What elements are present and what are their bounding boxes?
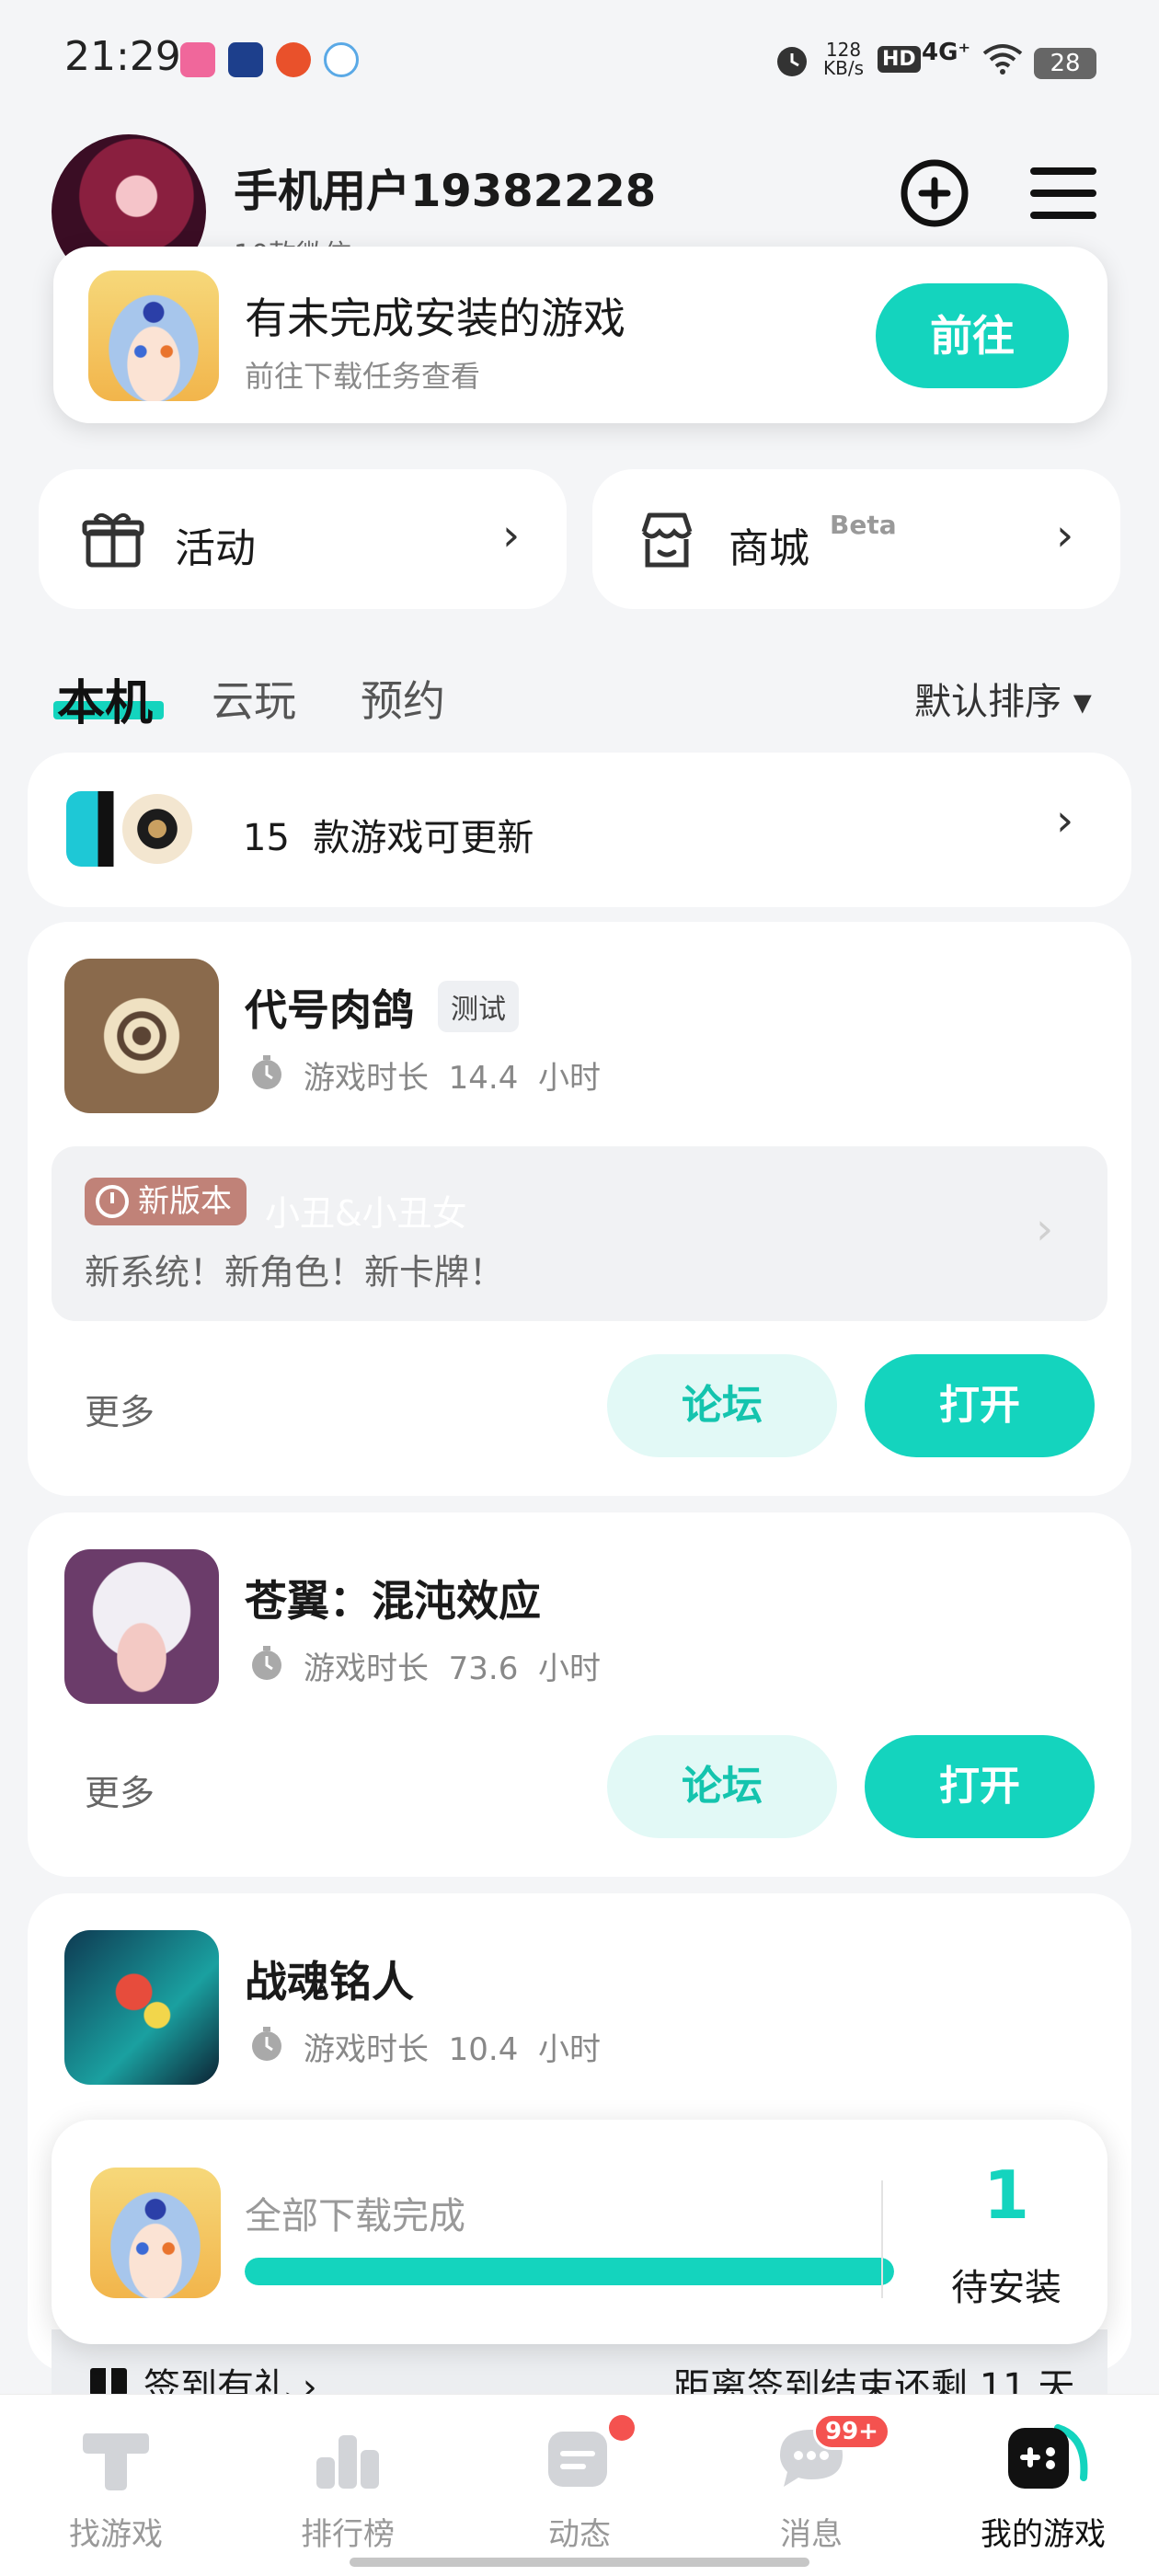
hd-indicator: HD xyxy=(878,46,921,73)
chevron-right-icon: › xyxy=(1056,795,1074,846)
battery-indicator: 28 xyxy=(1034,48,1096,79)
download-status-text: 全部下载完成 xyxy=(245,2195,465,2237)
go-button[interactable]: 前往 xyxy=(876,283,1069,388)
store-icon xyxy=(641,512,693,568)
nav-label: 消息 xyxy=(780,2516,843,2553)
news-banner[interactable]: 新版本 小丑&小丑女 新系统！新角色！新卡牌！ › xyxy=(52,1146,1107,1321)
new-version-tag: 新版本 xyxy=(85,1178,247,1225)
nav-messages[interactable]: 99+ 消息 xyxy=(695,2395,927,2576)
game-name: 苍翼：混沌效应 xyxy=(245,1576,541,1626)
username[interactable]: 手机用户19382228 xyxy=(234,155,656,219)
playtime: 游戏时长 10.4 小时 xyxy=(304,2031,601,2068)
nav-find-game[interactable]: 找游戏 xyxy=(0,2395,232,2576)
beta-badge: Beta xyxy=(830,510,897,540)
download-status-card[interactable]: 全部下载完成 1 待安装 xyxy=(52,2120,1107,2344)
home-indicator[interactable] xyxy=(350,2558,809,2567)
game-icon xyxy=(64,959,219,1113)
sort-dropdown[interactable]: 默认排序 ▾ xyxy=(914,672,1092,725)
tab-reserve[interactable]: 预约 xyxy=(361,668,445,729)
test-badge: 测试 xyxy=(438,981,519,1032)
game-icon xyxy=(90,2168,221,2298)
bottom-nav: 找游戏 排行榜 动态 99+ 消息 我的游戏 xyxy=(0,2394,1159,2576)
tab-cloud[interactable]: 云玩 xyxy=(212,668,296,729)
activities-card[interactable]: 活动 › xyxy=(39,469,567,609)
gift-icon xyxy=(82,512,144,568)
nav-label: 动态 xyxy=(548,2516,611,2553)
news-body: 新系统！新角色！新卡牌！ xyxy=(85,1252,505,1293)
game-name: 战魂铭人 xyxy=(245,1957,414,2007)
pending-install-title: 有未完成安装的游戏 xyxy=(245,293,625,343)
game-card[interactable]: 苍翼：混沌效应 游戏时长 73.6 小时 更多 论坛 打开 xyxy=(28,1512,1131,1877)
download-progress-bar xyxy=(245,2258,894,2285)
news-title: 小丑&小丑女 xyxy=(265,1193,467,1234)
pending-install-banner[interactable]: 有未完成安装的游戏 前往下载任务查看 前往 xyxy=(53,247,1107,423)
chevron-right-icon: › xyxy=(1036,1203,1054,1255)
nav-ranking[interactable]: 排行榜 xyxy=(232,2395,464,2576)
game-icon xyxy=(64,1930,219,2085)
more-link[interactable]: 更多 xyxy=(85,1384,155,1434)
updates-card[interactable]: › xyxy=(28,753,1131,907)
more-link[interactable]: 更多 xyxy=(85,1765,155,1815)
divider xyxy=(881,2180,883,2298)
nav-my-games[interactable]: 我的游戏 xyxy=(927,2395,1159,2576)
alarm-icon xyxy=(777,47,807,76)
wifi-icon xyxy=(982,44,1023,75)
notification-app-icon xyxy=(180,42,215,77)
store-card[interactable]: 商城 Beta › xyxy=(592,469,1120,609)
open-button[interactable]: 打开 xyxy=(865,1735,1095,1838)
notification-app-icon xyxy=(228,42,263,77)
game-icon xyxy=(120,791,195,867)
nav-label: 排行榜 xyxy=(301,2516,395,2553)
feed-icon xyxy=(548,2432,607,2487)
playtime: 游戏时长 73.6 小时 xyxy=(304,1650,601,1687)
game-name: 代号肉鸽 xyxy=(245,985,414,1035)
status-bar: 21:29 128 KB/s HD 4G⁺ 28 xyxy=(0,0,1159,120)
find-game-icon xyxy=(83,2433,149,2490)
notification-dot xyxy=(609,2415,635,2441)
game-icon xyxy=(88,270,219,401)
gift-icon xyxy=(90,2368,127,2396)
download-progress-fill xyxy=(245,2258,894,2285)
pending-install-label[interactable]: 待安装 xyxy=(912,2258,1100,2311)
network-indicator: 4G⁺ xyxy=(922,39,971,66)
status-time: 21:29 xyxy=(64,33,181,80)
notification-app-icon xyxy=(276,42,311,77)
notification-app-icon xyxy=(324,42,359,77)
forum-button[interactable]: 论坛 xyxy=(607,1735,837,1838)
playtime: 游戏时长 14.4 小时 xyxy=(304,1060,601,1097)
chevron-right-icon: › xyxy=(502,510,521,561)
open-button[interactable]: 打开 xyxy=(865,1354,1095,1457)
timer-icon xyxy=(252,2027,281,2061)
refresh-icon xyxy=(96,1185,129,1218)
nav-label: 我的游戏 xyxy=(981,2516,1106,2553)
nav-feed[interactable]: 动态 xyxy=(464,2395,695,2576)
nav-label: 找游戏 xyxy=(69,2516,163,2553)
store-label: 商城 xyxy=(729,525,809,572)
menu-icon[interactable] xyxy=(1025,155,1102,232)
chevron-right-icon: › xyxy=(1056,510,1074,561)
net-speed: 128 KB/s xyxy=(823,39,864,79)
forum-button[interactable]: 论坛 xyxy=(607,1354,837,1457)
ranking-icon xyxy=(316,2435,379,2489)
timer-icon xyxy=(252,1646,281,1680)
updates-text: 15 款游戏可更新 xyxy=(243,817,534,859)
plus-circle-icon[interactable] xyxy=(896,155,973,232)
activities-label: 活动 xyxy=(175,525,256,572)
game-icon xyxy=(64,1549,219,1704)
timer-icon xyxy=(252,1055,281,1089)
message-badge: 99+ xyxy=(813,2413,890,2450)
my-games-icon xyxy=(1008,2424,1088,2489)
pending-install-count[interactable]: 1 xyxy=(912,2156,1100,2234)
pending-install-subtitle: 前往下载任务查看 xyxy=(245,359,481,394)
tab-local[interactable]: 本机 xyxy=(57,664,153,733)
